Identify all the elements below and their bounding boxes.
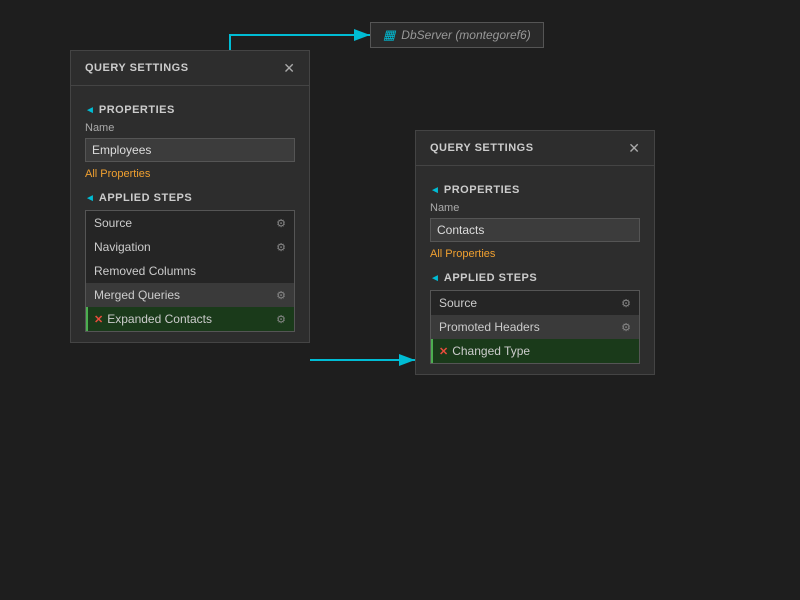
right-properties-arrow-icon: ◄ — [430, 185, 440, 196]
step-item[interactable]: ✕ Expanded Contacts ⚙ — [86, 307, 294, 331]
step-item-left: Navigation — [94, 240, 151, 254]
step-error-icon: ✕ — [439, 345, 448, 358]
step-gear-icon[interactable]: ⚙ — [276, 313, 286, 326]
step-item[interactable]: Promoted Headers ⚙ — [431, 315, 639, 339]
right-applied-steps-section-title: APPLIED STEPS — [444, 272, 537, 284]
right-all-properties-link[interactable]: All Properties — [430, 248, 495, 260]
right-panel-header: QUERY SETTINGS ✕ — [416, 131, 654, 166]
step-item-left: ✕ Changed Type — [439, 344, 530, 358]
left-all-properties-link[interactable]: All Properties — [85, 168, 150, 180]
left-query-panel: QUERY SETTINGS ✕ ◄ PROPERTIES Name All P… — [70, 50, 310, 343]
right-name-label: Name — [430, 202, 640, 214]
step-item-left: Merged Queries — [94, 288, 180, 302]
left-applied-steps-section-header: ◄ APPLIED STEPS — [85, 192, 295, 204]
left-applied-steps-section-title: APPLIED STEPS — [99, 192, 192, 204]
right-steps-list: Source ⚙ Promoted Headers ⚙ ✕ Changed Type — [430, 290, 640, 364]
step-label: Source — [94, 216, 132, 230]
step-gear-icon[interactable]: ⚙ — [276, 289, 286, 302]
right-properties-section-title: PROPERTIES — [444, 184, 520, 196]
left-properties-section-header: ◄ PROPERTIES — [85, 104, 295, 116]
left-panel-header: QUERY SETTINGS ✕ — [71, 51, 309, 86]
right-panel-close-button[interactable]: ✕ — [628, 141, 640, 155]
step-label: Changed Type — [452, 344, 530, 358]
db-server-box: ▦ DbServer (montegoref6) — [370, 22, 544, 48]
db-icon: ▦ — [383, 27, 395, 43]
step-label: Removed Columns — [94, 264, 196, 278]
left-properties-section-title: PROPERTIES — [99, 104, 175, 116]
step-gear-icon[interactable]: ⚙ — [621, 321, 631, 334]
step-gear-icon[interactable]: ⚙ — [276, 217, 286, 230]
right-properties-section-header: ◄ PROPERTIES — [430, 184, 640, 196]
right-steps-arrow-icon: ◄ — [430, 273, 440, 284]
left-panel-close-button[interactable]: ✕ — [283, 61, 295, 75]
step-label: Source — [439, 296, 477, 310]
right-panel-body: ◄ PROPERTIES Name All Properties ◄ APPLI… — [416, 166, 654, 374]
step-gear-icon[interactable]: ⚙ — [621, 297, 631, 310]
left-panel-body: ◄ PROPERTIES Name All Properties ◄ APPLI… — [71, 86, 309, 342]
step-item[interactable]: Merged Queries ⚙ — [86, 283, 294, 307]
step-item-left: Promoted Headers — [439, 320, 540, 334]
db-server-label: DbServer (montegoref6) — [401, 28, 530, 42]
left-steps-list: Source ⚙ Navigation ⚙ Removed Columns Merged … — [85, 210, 295, 332]
step-label: Promoted Headers — [439, 320, 540, 334]
step-item[interactable]: Source ⚙ — [86, 211, 294, 235]
step-item[interactable]: Source ⚙ — [431, 291, 639, 315]
step-item-left: Removed Columns — [94, 264, 196, 278]
step-error-icon: ✕ — [94, 313, 103, 326]
left-name-label: Name — [85, 122, 295, 134]
step-label: Expanded Contacts — [107, 312, 212, 326]
step-item-left: ✕ Expanded Contacts — [94, 312, 212, 326]
right-query-panel: QUERY SETTINGS ✕ ◄ PROPERTIES Name All P… — [415, 130, 655, 375]
right-panel-title: QUERY SETTINGS — [430, 142, 534, 154]
step-gear-icon[interactable]: ⚙ — [276, 241, 286, 254]
step-item[interactable]: Removed Columns — [86, 259, 294, 283]
left-steps-arrow-icon: ◄ — [85, 193, 95, 204]
step-item[interactable]: Navigation ⚙ — [86, 235, 294, 259]
right-name-input[interactable] — [430, 218, 640, 242]
step-item-left: Source — [94, 216, 132, 230]
step-label: Merged Queries — [94, 288, 180, 302]
step-item-left: Source — [439, 296, 477, 310]
step-item[interactable]: ✕ Changed Type — [431, 339, 639, 363]
left-name-input[interactable] — [85, 138, 295, 162]
left-properties-arrow-icon: ◄ — [85, 105, 95, 116]
left-panel-title: QUERY SETTINGS — [85, 62, 189, 74]
right-applied-steps-section-header: ◄ APPLIED STEPS — [430, 272, 640, 284]
step-label: Navigation — [94, 240, 151, 254]
